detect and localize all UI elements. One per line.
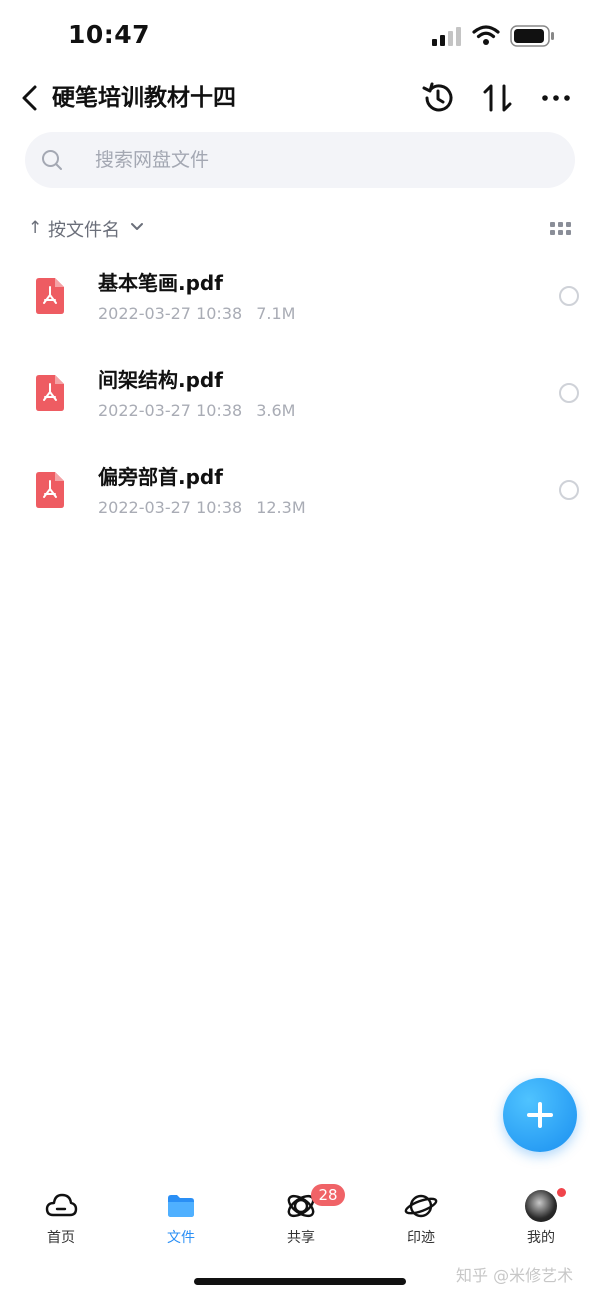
- plus-icon-vertical: [538, 1102, 542, 1128]
- file-row[interactable]: 基本笔画.pdf 2022-03-27 10:38 7.1M: [0, 254, 600, 351]
- file-date: 2022-03-27 10:38: [98, 304, 243, 323]
- sort-by-label[interactable]: 按文件名: [48, 216, 120, 242]
- file-meta: 2022-03-27 10:38 12.3M: [98, 496, 306, 520]
- pdf-file-icon: [36, 278, 64, 314]
- sort-icon[interactable]: [480, 80, 516, 116]
- file-name: 基本笔画.pdf: [98, 271, 223, 295]
- file-row[interactable]: 偏旁部首.pdf 2022-03-27 10:38 12.3M: [0, 448, 600, 545]
- select-radio[interactable]: [559, 480, 579, 500]
- tab-bar: 首页 文件 28 共享 印迹 我的: [0, 1180, 600, 1260]
- folder-icon: [168, 1195, 194, 1217]
- sort-direction-icon[interactable]: ↑: [28, 218, 42, 238]
- tab-trace[interactable]: 印迹: [371, 1180, 471, 1250]
- home-cloud-icon: [45, 1193, 78, 1217]
- file-meta: 2022-03-27 10:38 7.1M: [98, 302, 295, 326]
- file-date: 2022-03-27 10:38: [98, 498, 243, 517]
- select-radio[interactable]: [559, 383, 579, 403]
- file-row[interactable]: 间架结构.pdf 2022-03-27 10:38 3.6M: [0, 351, 600, 448]
- planet-icon: [404, 1194, 438, 1218]
- tab-trace-label: 印迹: [407, 1230, 435, 1246]
- grid-view-icon[interactable]: [550, 222, 572, 236]
- page-title: 硬笔培训教材十四: [52, 85, 236, 111]
- add-button[interactable]: [503, 1078, 577, 1152]
- tab-home-label: 首页: [47, 1230, 75, 1246]
- avatar[interactable]: [525, 1190, 557, 1222]
- battery-icon: [510, 25, 554, 47]
- file-name: 间架结构.pdf: [98, 368, 223, 392]
- tab-files[interactable]: 文件: [131, 1180, 231, 1250]
- file-name: 偏旁部首.pdf: [98, 465, 223, 489]
- search-icon: [42, 150, 62, 170]
- tab-share[interactable]: 28 共享: [251, 1180, 351, 1250]
- chevron-down-icon[interactable]: [130, 222, 144, 232]
- status-bar: 10:47: [0, 0, 600, 70]
- notification-dot: [556, 1187, 567, 1198]
- history-icon[interactable]: [420, 80, 456, 116]
- status-time: 10:47: [68, 20, 151, 49]
- file-meta: 2022-03-27 10:38 3.6M: [98, 399, 295, 423]
- search-placeholder: 搜索网盘文件: [95, 149, 210, 171]
- tab-files-label: 文件: [167, 1230, 195, 1246]
- nav-bar: 硬笔培训教材十四: [0, 70, 600, 126]
- file-size: 12.3M: [256, 498, 306, 517]
- wifi-icon: [472, 25, 500, 45]
- file-size: 3.6M: [256, 401, 296, 420]
- tab-home[interactable]: 首页: [11, 1180, 111, 1250]
- signal-icon: [432, 27, 461, 46]
- tab-share-label: 共享: [287, 1230, 315, 1246]
- home-indicator: [194, 1278, 406, 1285]
- watermark: 知乎 @米修艺术: [456, 1266, 574, 1285]
- search-input[interactable]: 搜索网盘文件: [25, 132, 575, 188]
- pdf-file-icon: [36, 472, 64, 508]
- pdf-file-icon: [36, 375, 64, 411]
- tab-me-label: 我的: [527, 1230, 555, 1246]
- select-radio[interactable]: [559, 286, 579, 306]
- file-size: 7.1M: [256, 304, 296, 323]
- share-badge: 28: [311, 1184, 345, 1206]
- more-icon[interactable]: [540, 82, 572, 114]
- file-date: 2022-03-27 10:38: [98, 401, 243, 420]
- sort-bar: ↑ 按文件名: [0, 208, 600, 248]
- back-icon[interactable]: [18, 80, 42, 116]
